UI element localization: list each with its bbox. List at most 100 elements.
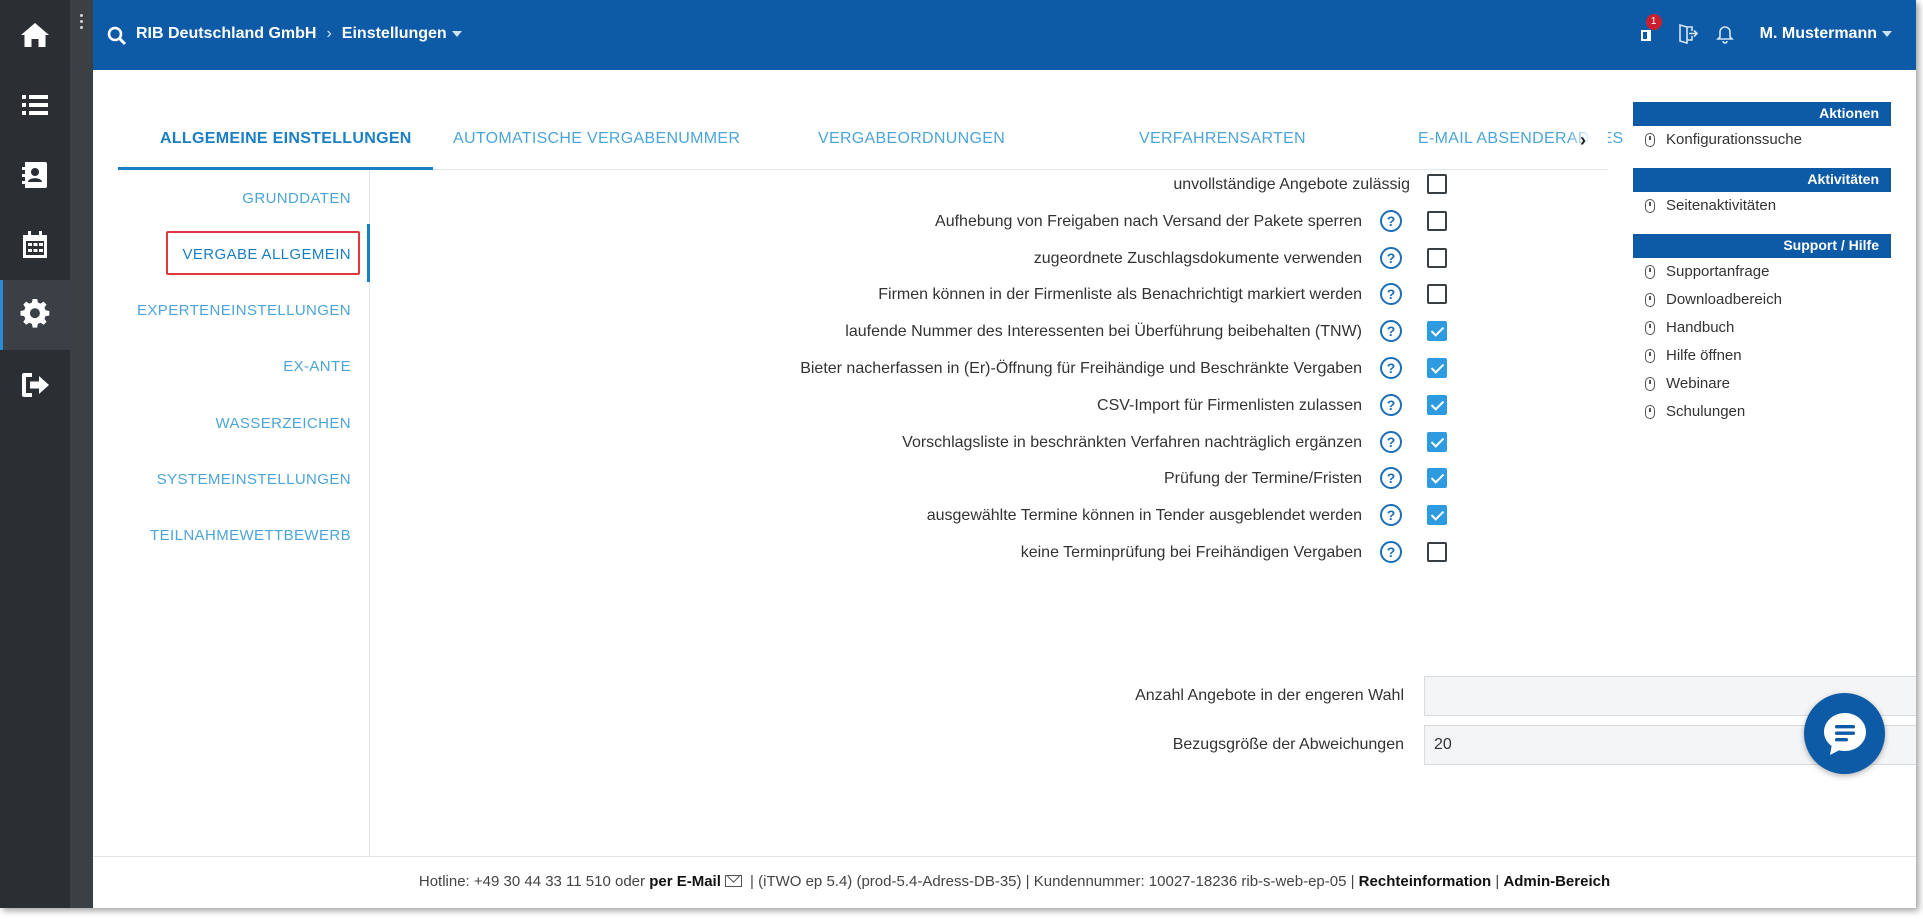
help-icon[interactable]: ?: [1380, 320, 1402, 343]
mouse-icon: [1645, 321, 1655, 335]
tasks-button[interactable]: 1: [1638, 14, 1662, 46]
setting-checkbox[interactable]: [1427, 431, 1447, 452]
setting-checkbox[interactable]: [1427, 210, 1447, 231]
panel-link-label: Supportanfrage: [1666, 263, 1770, 280]
footer-hotline: Hotline: +49 30 44 33 11 510 oder: [418, 873, 646, 890]
setting-row: Bieter nacherfassen in (Er)-Öffnung für …: [370, 354, 1608, 384]
panel-header-aktivitaeten: Aktivitäten: [1633, 168, 1891, 192]
help-icon[interactable]: ?: [1380, 357, 1402, 379]
switch-button[interactable]: [1676, 22, 1700, 46]
tab-vergabeordnungen[interactable]: VERGABEORDNUNGEN: [818, 130, 1005, 148]
help-icon[interactable]: ?: [1380, 430, 1402, 453]
subnav-grunddaten[interactable]: GRUNDDATEN: [242, 190, 351, 207]
tab-verfahrensarten[interactable]: VERFAHRENSARTEN: [1139, 130, 1306, 148]
panel-header-support: Support / Hilfe: [1633, 234, 1891, 258]
icon-rail: [0, 0, 70, 908]
mouse-icon: [1645, 265, 1655, 279]
help-icon[interactable]: ?: [1380, 504, 1402, 527]
panel-link-konfigurationssuche[interactable]: Konfigurationssuche: [1633, 126, 1891, 154]
breadcrumb-company[interactable]: RIB Deutschland GmbH: [136, 25, 316, 43]
rail-calendar[interactable]: [0, 210, 70, 280]
setting-row: laufende Nummer des Interessenten bei Üb…: [370, 317, 1608, 347]
user-menu[interactable]: M. Mustermann: [1760, 25, 1892, 43]
footer-email-link[interactable]: per E-Mail: [649, 873, 721, 890]
logout-icon: [22, 373, 49, 397]
breadcrumb-section[interactable]: Einstellungen: [342, 25, 447, 43]
help-icon[interactable]: ?: [1380, 541, 1402, 563]
help-icon[interactable]: ?: [1380, 467, 1402, 490]
panel-link-handbuch[interactable]: Handbuch: [1633, 314, 1891, 342]
calendar-icon: [23, 231, 47, 258]
setting-row: Vorschlagsliste in beschränkten Verfahre…: [370, 428, 1608, 458]
setting-checkbox[interactable]: [1427, 505, 1447, 526]
chevron-down-icon[interactable]: [451, 31, 462, 37]
tab-overflow-fade: [1568, 118, 1608, 168]
help-icon[interactable]: ?: [1380, 283, 1402, 306]
rail-home[interactable]: [0, 0, 70, 70]
notifications-button[interactable]: [1714, 22, 1738, 46]
header-actions: 1 M. Mustermann: [1638, 14, 1892, 46]
subnav-teilnahmewettbewerb[interactable]: TEILNAHMEWETTBEWERB: [150, 527, 351, 544]
panel-link-schulungen[interactable]: Schulungen: [1633, 398, 1891, 426]
user-name: M. Mustermann: [1759, 25, 1877, 42]
setting-label: zugeordnete Zuschlagsdokumente verwenden: [1033, 249, 1362, 267]
setting-checkbox[interactable]: [1427, 321, 1447, 342]
rail-logout[interactable]: [0, 350, 70, 420]
setting-label: unvollständige Angebote zulässig: [1173, 176, 1410, 193]
setting-row: Firmen können in der Firmenliste als Ben…: [370, 280, 1608, 310]
mail-icon[interactable]: [724, 875, 742, 887]
rail-list[interactable]: [0, 70, 70, 140]
setting-label: CSV-Import für Firmenlisten zulassen: [1097, 396, 1362, 414]
setting-checkbox[interactable]: [1427, 542, 1447, 562]
subnav-ex-ante[interactable]: EX-ANTE: [283, 358, 351, 375]
subnav-systemeinstellungen[interactable]: SYSTEMEINSTELLUNGEN: [157, 471, 351, 488]
gear-icon: [20, 299, 50, 328]
chevron-right-icon[interactable]: ›: [1580, 130, 1586, 151]
app-window: RIB Deutschland GmbH › Einstellungen 1 M…: [0, 0, 1916, 908]
mouse-icon: [1645, 133, 1655, 147]
field-label: Bezugsgröße der Abweichungen: [1172, 736, 1404, 753]
setting-row: CSV-Import für Firmenlisten zulassen?: [370, 391, 1608, 421]
help-icon[interactable]: ?: [1380, 246, 1402, 269]
setting-checkbox[interactable]: [1427, 358, 1447, 378]
subnav-wasserzeichen[interactable]: WASSERZEICHEN: [216, 415, 352, 432]
search-icon[interactable]: [107, 26, 127, 46]
tab-automatische-vergabenummer[interactable]: AUTOMATISCHE VERGABENUMMER: [453, 130, 740, 148]
contacts-icon: [22, 162, 47, 188]
subnav-experteneinstellungen[interactable]: EXPERTENEINSTELLUNGEN: [137, 302, 351, 319]
panel-link-label: Konfigurationssuche: [1666, 131, 1802, 148]
setting-row: ausgewählte Termine können in Tender aus…: [370, 501, 1608, 531]
rail-contacts[interactable]: [0, 140, 70, 210]
help-icon[interactable]: ?: [1380, 393, 1402, 416]
help-icon[interactable]: ?: [1380, 209, 1402, 232]
setting-label: keine Terminprüfung bei Freihändigen Ver…: [1020, 544, 1362, 561]
setting-checkbox[interactable]: [1427, 394, 1447, 415]
setting-checkbox[interactable]: [1427, 284, 1447, 305]
setting-row: zugeordnete Zuschlagsdokumente verwenden…: [370, 244, 1608, 274]
breadcrumb: RIB Deutschland GmbH › Einstellungen: [136, 25, 462, 43]
setting-row: Prüfung der Termine/Fristen?: [370, 464, 1608, 494]
panel-link-downloadbereich[interactable]: Downloadbereich: [1633, 286, 1891, 314]
tab-allgemeine-einstellungen[interactable]: ALLGEMEINE EINSTELLUNGEN: [160, 130, 412, 148]
bell-icon: [1715, 26, 1734, 44]
panel-link-seitenaktivitaeten[interactable]: Seitenaktivitäten: [1633, 192, 1891, 220]
footer-legal-link[interactable]: Rechteinformation: [1359, 873, 1492, 890]
setting-checkbox[interactable]: [1427, 468, 1447, 489]
panel-link-supportanfrage[interactable]: Supportanfrage: [1633, 258, 1891, 286]
chat-button[interactable]: [1804, 693, 1885, 774]
footer-version: | (iTWO ep 5.4) (prod-5.4-Adress-DB-35) …: [750, 873, 1355, 890]
panel-link-webinare[interactable]: Webinare: [1633, 370, 1891, 398]
side-panel: Aktionen Konfigurationssuche Aktivitäten…: [1633, 102, 1891, 426]
setting-row: keine Terminprüfung bei Freihändigen Ver…: [370, 538, 1608, 568]
panel-header-aktionen: Aktionen: [1633, 102, 1891, 126]
panel-link-hilfe-oeffnen[interactable]: Hilfe öffnen: [1633, 342, 1891, 370]
rail-toggle[interactable]: [70, 0, 93, 908]
more-vert-icon: [80, 14, 83, 32]
setting-label: ausgewählte Termine können in Tender aus…: [926, 507, 1362, 525]
setting-checkbox[interactable]: [1427, 247, 1447, 268]
rail-settings[interactable]: [0, 280, 70, 350]
setting-checkbox[interactable]: [1427, 174, 1447, 194]
field-row: Anzahl Angebote in der engeren Wahl: [370, 676, 1916, 716]
chat-bubble-icon: [1824, 713, 1866, 755]
footer-admin-link[interactable]: Admin-Bereich: [1503, 873, 1610, 890]
